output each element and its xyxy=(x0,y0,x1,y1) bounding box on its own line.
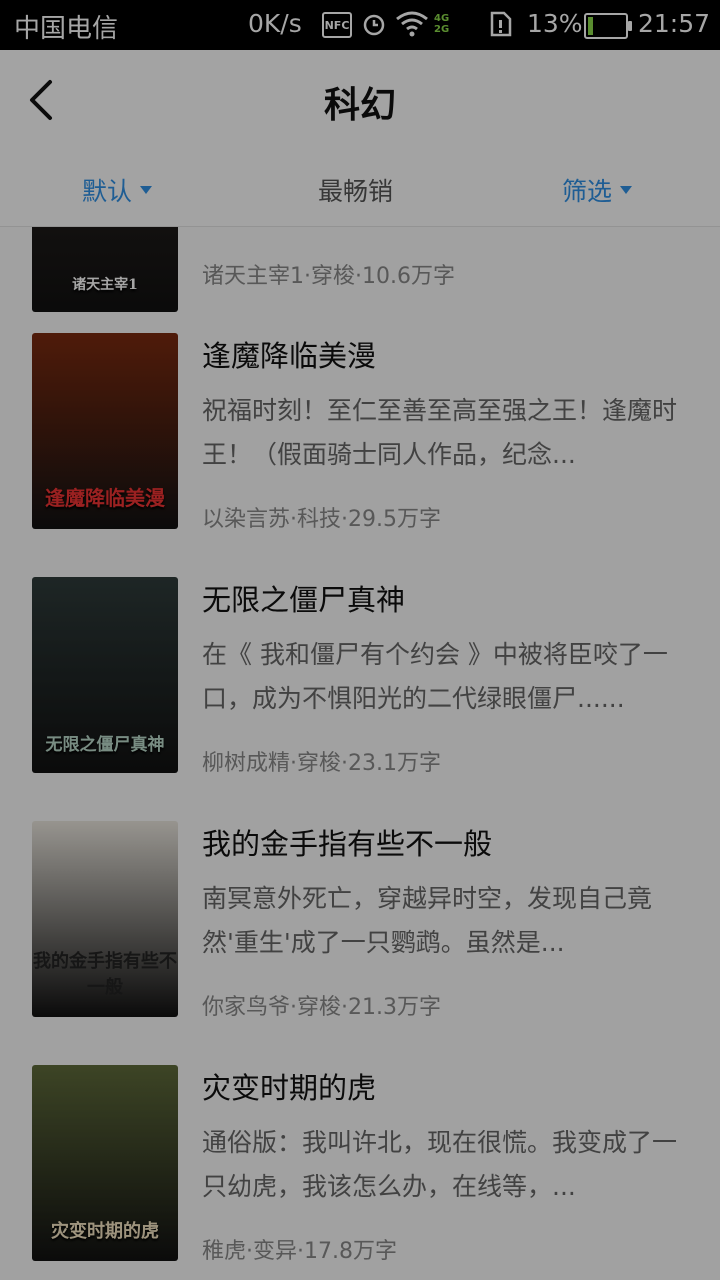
battery-icon xyxy=(584,13,632,39)
list-item[interactable]: 灾变时期的虎 灾变时期的虎 通俗版：我叫许北，现在很慌。我变成了一只幼虎，我该怎… xyxy=(0,1065,720,1280)
nfc-icon: NFC xyxy=(322,12,352,38)
cover-title: 我的金手指有些不一般 xyxy=(33,951,177,998)
book-cover: 我的金手指有些不一般 xyxy=(32,821,178,1017)
battery-percent: 13% xyxy=(527,9,583,38)
book-cover: 灾变时期的虎 xyxy=(32,1065,178,1261)
signal-icon: 4G 2G xyxy=(434,10,478,38)
clock: 21:57 xyxy=(638,9,711,38)
book-title: 逢魔降临美漫 xyxy=(202,339,377,373)
book-meta: 你家鸟爷·穿梭·21.3万字 xyxy=(202,995,441,1020)
network-4g-label: 4G xyxy=(434,13,450,24)
book-title: 灾变时期的虎 xyxy=(202,1071,377,1105)
cover-title: 无限之僵尸真神 xyxy=(45,735,165,755)
tab-filter-label: 筛选 xyxy=(562,177,613,206)
book-description: 通俗版：我叫许北，现在很慌。我变成了一只幼虎，我该怎么办，在线等，... xyxy=(202,1128,678,1201)
sort-tabs: 默认 最畅销 筛选 xyxy=(0,150,720,227)
network-speed: 0K/s xyxy=(248,9,302,38)
carrier-label: 中国电信 xyxy=(14,14,119,44)
tab-default[interactable]: 默认 xyxy=(82,172,153,208)
list-item[interactable]: 我的金手指有些不一般 我的金手指有些不一般 南冥意外死亡，穿越异时空，发现自己竟… xyxy=(0,821,720,1065)
network-2g-label: 2G xyxy=(434,24,450,35)
cover-title: 灾变时期的虎 xyxy=(51,1221,159,1242)
book-description: 在《 我和僵尸有个约会 》中被将臣咬了一口，成为不惧阳光的二代绿眼僵尸.....… xyxy=(202,640,668,713)
status-bar: 中国电信 0K/s NFC 4G 2G 13% 21:57 xyxy=(0,0,720,50)
book-meta: 柳树成精·穿梭·23.1万字 xyxy=(202,751,441,776)
book-cover: 逢魔降临美漫 xyxy=(32,333,178,529)
tab-bestselling[interactable]: 最畅销 xyxy=(318,172,393,208)
alarm-icon xyxy=(360,10,388,38)
book-title: 我的金手指有些不一般 xyxy=(202,827,493,861)
book-meta: 以染言苏·科技·29.5万字 xyxy=(202,507,441,532)
cover-title: 逢魔降临美漫 xyxy=(45,486,165,510)
app-header: 科幻 xyxy=(0,50,720,150)
list-item[interactable]: 诸天主宰1 诸天主宰1·穿梭·10.6万字 xyxy=(0,227,720,334)
book-cover: 诸天主宰1 xyxy=(32,227,178,312)
book-title: 无限之僵尸真神 xyxy=(202,583,406,617)
tab-bestselling-label: 最畅销 xyxy=(318,177,394,206)
chevron-down-icon xyxy=(140,186,153,194)
battery-fill xyxy=(588,17,593,35)
page-title: 科幻 xyxy=(323,84,396,126)
sim-icon xyxy=(486,10,516,38)
book-list: 诸天主宰1 诸天主宰1·穿梭·10.6万字 逢魔降临美漫 逢魔降临美漫 祝福时刻… xyxy=(0,227,720,1280)
list-item[interactable]: 无限之僵尸真神 无限之僵尸真神 在《 我和僵尸有个约会 》中被将臣咬了一口，成为… xyxy=(0,577,720,821)
list-item[interactable]: 逢魔降临美漫 逢魔降临美漫 祝福时刻！至仁至善至高至强之王！逢魔时王！（假面骑士… xyxy=(0,333,720,577)
book-description: 祝福时刻！至仁至善至高至强之王！逢魔时王！（假面骑士同人作品，纪念... xyxy=(202,396,678,469)
tab-filter[interactable]: 筛选 xyxy=(562,172,633,208)
tab-default-label: 默认 xyxy=(82,177,133,206)
book-cover: 无限之僵尸真神 xyxy=(32,577,178,773)
book-meta: 稚虎·变异·17.8万字 xyxy=(202,1239,397,1264)
cover-title: 诸天主宰1 xyxy=(72,277,138,293)
wifi-icon xyxy=(394,10,430,38)
book-description: 南冥意外死亡，穿越异时空，发现自己竟然'重生'成了一只鹦鹉。虽然是... xyxy=(202,884,653,957)
chevron-down-icon xyxy=(620,186,633,194)
book-meta: 诸天主宰1·穿梭·10.6万字 xyxy=(202,264,455,289)
